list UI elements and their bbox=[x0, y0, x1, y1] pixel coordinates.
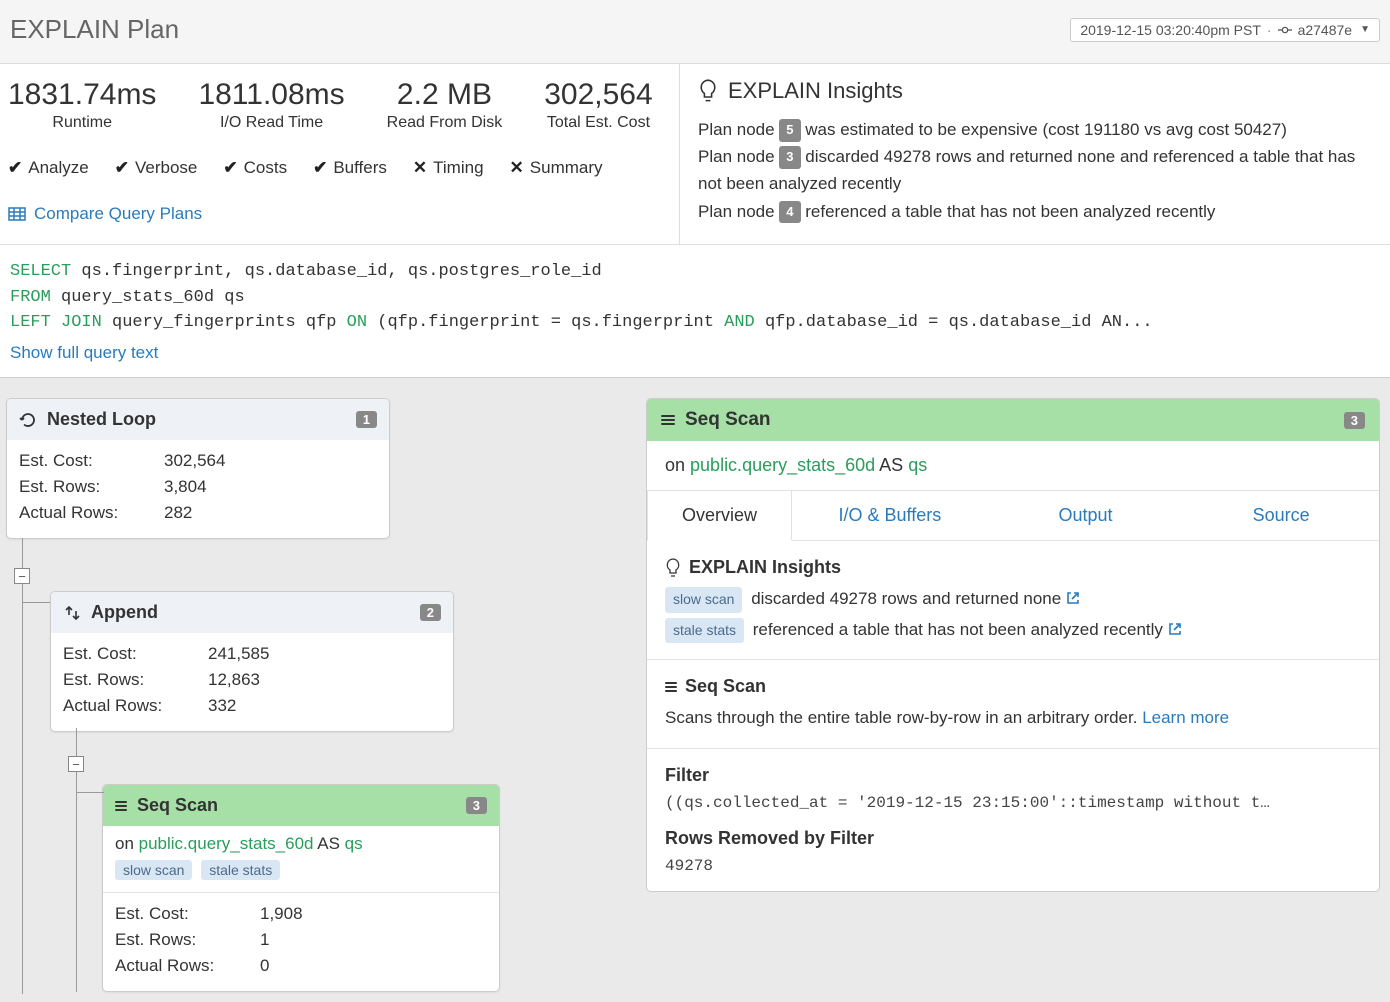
plan-node-badge: 4 bbox=[779, 201, 800, 224]
learn-more-link[interactable]: Learn more bbox=[1142, 708, 1229, 727]
snapshot-picker[interactable]: 2019-12-15 03:20:40pm PST · a27487e ▼ bbox=[1070, 18, 1380, 42]
seq-scan-icon bbox=[661, 415, 675, 425]
table-icon bbox=[8, 207, 26, 221]
detail-relation: on public.query_stats_60d AS qs bbox=[647, 441, 1379, 491]
rows-removed-value: 49278 bbox=[665, 857, 1361, 875]
detail-filter: Filter ((qs.collected_at = '2019-12-15 2… bbox=[647, 749, 1379, 891]
metric-read-from-disk: 2.2 MB Read From Disk bbox=[387, 78, 503, 132]
flag-buffers: ✔Buffers bbox=[313, 158, 387, 178]
seq-scan-relation: on public.query_stats_60d AS qs bbox=[115, 834, 487, 860]
plan-node-badge: 1 bbox=[356, 411, 377, 428]
tree-collapse-toggle[interactable]: − bbox=[68, 756, 84, 772]
insight-item: Plan node 5 was estimated to be expensiv… bbox=[698, 116, 1378, 143]
plan-node-append[interactable]: Append 2 Est. Cost:241,585 Est. Rows:12,… bbox=[50, 591, 454, 732]
flag-costs: ✔Costs bbox=[223, 158, 287, 178]
plan-node-detail-panel: Seq Scan 3 on public.query_stats_60d AS … bbox=[646, 398, 1380, 892]
tag-stale-stats: stale stats bbox=[665, 618, 744, 644]
snapshot-commit: a27487e bbox=[1298, 22, 1353, 38]
chevron-down-icon: ▼ bbox=[1360, 24, 1370, 35]
external-link-icon[interactable] bbox=[1168, 620, 1182, 639]
plan-tree: − − Nested Loop 1 Est. Cost:302,564 Est.… bbox=[6, 398, 626, 992]
explain-flags: ✔Analyze ✔Verbose ✔Costs ✔Buffers ✕Timin… bbox=[8, 158, 669, 178]
metric-total-est-cost: 302,564 Total Est. Cost bbox=[544, 78, 652, 132]
tag-stale-stats: stale stats bbox=[201, 860, 280, 880]
show-full-query-link[interactable]: Show full query text bbox=[10, 340, 1380, 366]
git-commit-icon bbox=[1278, 23, 1292, 37]
x-icon: ✕ bbox=[413, 158, 427, 178]
overview-metrics: 1831.74ms Runtime 1811.08ms I/O Read Tim… bbox=[0, 64, 680, 244]
tab-io-buffers[interactable]: I/O & Buffers bbox=[792, 491, 988, 540]
plan-node-badge: 2 bbox=[420, 604, 441, 621]
loop-icon bbox=[19, 411, 37, 429]
query-sql-block: SELECT qs.fingerprint, qs.database_id, q… bbox=[0, 245, 1390, 378]
detail-insights: EXPLAIN Insights slow scan discarded 492… bbox=[647, 541, 1379, 660]
check-icon: ✔ bbox=[313, 158, 327, 178]
plan-node-badge: 3 bbox=[466, 797, 487, 814]
x-icon: ✕ bbox=[510, 158, 524, 178]
flag-analyze: ✔Analyze bbox=[8, 158, 89, 178]
page-title: EXPLAIN Plan bbox=[10, 14, 179, 45]
plan-node-badge: 5 bbox=[779, 119, 800, 142]
compare-query-plans-link[interactable]: Compare Query Plans bbox=[8, 204, 669, 224]
plan-node-nested-loop[interactable]: Nested Loop 1 Est. Cost:302,564 Est. Row… bbox=[6, 398, 390, 539]
lightbulb-icon bbox=[698, 79, 718, 103]
lightbulb-icon bbox=[665, 558, 681, 578]
detail-operation-description: Seq Scan Scans through the entire table … bbox=[647, 660, 1379, 748]
flag-verbose: ✔Verbose bbox=[115, 158, 198, 178]
explain-insights-panel: EXPLAIN Insights Plan node 5 was estimat… bbox=[680, 64, 1390, 244]
flag-timing: ✕Timing bbox=[413, 158, 484, 178]
tab-output[interactable]: Output bbox=[988, 491, 1184, 540]
tree-collapse-toggle[interactable]: − bbox=[14, 568, 30, 584]
page-header: EXPLAIN Plan 2019-12-15 03:20:40pm PST ·… bbox=[0, 0, 1390, 63]
external-link-icon[interactable] bbox=[1066, 589, 1080, 608]
detail-tabs: Overview I/O & Buffers Output Source bbox=[647, 491, 1379, 541]
snapshot-timestamp: 2019-12-15 03:20:40pm PST bbox=[1080, 22, 1261, 38]
filter-expression: ((qs.collected_at = '2019-12-15 23:15:00… bbox=[665, 794, 1361, 812]
check-icon: ✔ bbox=[223, 158, 237, 178]
tag-slow-scan: slow scan bbox=[665, 587, 742, 613]
tab-source[interactable]: Source bbox=[1183, 491, 1379, 540]
flag-summary: ✕Summary bbox=[510, 158, 603, 178]
check-icon: ✔ bbox=[115, 158, 129, 178]
seq-scan-icon bbox=[115, 801, 127, 811]
plan-node-seq-scan[interactable]: Seq Scan 3 on public.query_stats_60d AS … bbox=[102, 784, 500, 992]
check-icon: ✔ bbox=[8, 158, 22, 178]
insight-item: Plan node 3 discarded 49278 rows and ret… bbox=[698, 143, 1378, 197]
insights-heading-text: EXPLAIN Insights bbox=[728, 78, 903, 104]
append-icon bbox=[63, 604, 81, 622]
plan-node-badge: 3 bbox=[779, 146, 800, 169]
metric-io-read-time: 1811.08ms I/O Read Time bbox=[198, 78, 344, 132]
overview-section: 1831.74ms Runtime 1811.08ms I/O Read Tim… bbox=[0, 63, 1390, 245]
seq-scan-icon bbox=[665, 682, 677, 692]
insight-item: Plan node 4 referenced a table that has … bbox=[698, 198, 1378, 225]
metric-runtime: 1831.74ms Runtime bbox=[8, 78, 156, 132]
tag-slow-scan: slow scan bbox=[115, 860, 192, 880]
plan-node-badge: 3 bbox=[1344, 412, 1365, 429]
tab-overview[interactable]: Overview bbox=[647, 491, 792, 541]
